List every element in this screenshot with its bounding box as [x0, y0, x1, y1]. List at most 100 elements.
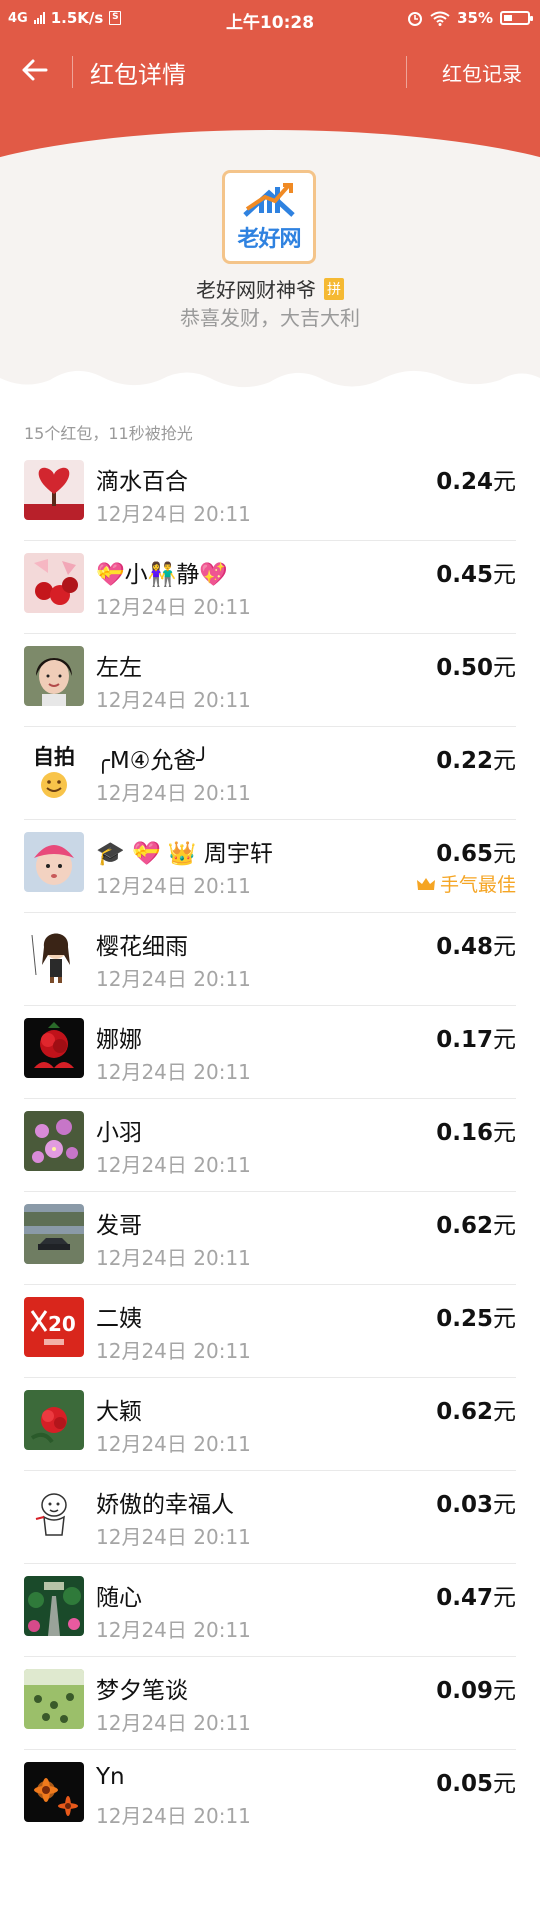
logo-text: 老好网 — [237, 227, 301, 252]
avatar[interactable] — [24, 646, 84, 706]
battery-icon — [500, 11, 533, 25]
user-name: 发哥 — [96, 1213, 142, 1239]
amount: 0.48元 — [436, 927, 516, 961]
avatar[interactable] — [24, 1669, 84, 1729]
status-right: 35% — [407, 9, 533, 27]
user-name: 左左 — [96, 655, 142, 681]
claim-time: 12月24日 20:11 — [96, 595, 251, 619]
user-name: 小羽 — [96, 1120, 142, 1146]
amount-value: 0.17 — [436, 1027, 493, 1053]
avatar[interactable] — [24, 832, 84, 892]
sender-name-row: 老好网财神爷 拼 — [0, 274, 540, 303]
amount-unit: 元 — [493, 655, 516, 681]
amount-value: 0.62 — [436, 1399, 493, 1425]
amount: 0.47元 — [436, 1578, 516, 1612]
user-name: 💝小👫静💖 — [96, 562, 228, 588]
user-name: Yn — [96, 1764, 125, 1790]
claim-row[interactable]: 左左 12月24日 20:11 0.50元 — [0, 634, 540, 727]
claim-row[interactable]: 发哥 12月24日 20:11 0.62元 — [0, 1192, 540, 1285]
avatar[interactable]: 自拍 — [24, 739, 84, 799]
amount: 0.62元 — [436, 1206, 516, 1240]
claim-row[interactable]: 樱花细雨 12月24日 20:11 0.48元 — [0, 913, 540, 1006]
amount: 0.62元 — [436, 1392, 516, 1426]
claim-row[interactable]: 小羽 12月24日 20:11 0.16元 — [0, 1099, 540, 1192]
avatar[interactable] — [24, 1483, 84, 1543]
amount-value: 0.65 — [436, 841, 493, 867]
claim-row[interactable]: 娇傲的幸福人 12月24日 20:11 0.03元 — [0, 1471, 540, 1564]
claim-row[interactable]: 随心 12月24日 20:11 0.47元 — [0, 1564, 540, 1657]
amount-value: 0.03 — [436, 1492, 493, 1518]
amount: 0.03元 — [436, 1485, 516, 1519]
sender-logo: 老好网 — [222, 170, 316, 264]
torn-edge — [0, 350, 540, 388]
avatar-image: 20 — [24, 1297, 84, 1357]
avatar[interactable] — [24, 1018, 84, 1078]
amount-value: 0.05 — [436, 1771, 493, 1797]
amount-unit: 元 — [493, 1492, 516, 1518]
status-bar: 4G 1.5K/s S 上午10:28 35% — [0, 0, 540, 36]
avatar[interactable] — [24, 925, 84, 985]
avatar[interactable] — [24, 1762, 84, 1822]
user-name: 娇傲的幸福人 — [96, 1492, 234, 1518]
claim-row[interactable]: Yn 12月24日 20:11 0.05元 — [0, 1750, 540, 1843]
claim-summary: 15个红包，11秒被抢光 — [24, 424, 193, 443]
avatar-image — [24, 646, 84, 706]
amount-unit: 元 — [493, 1120, 516, 1146]
avatar-image — [24, 1483, 84, 1543]
back-arrow-icon — [22, 59, 48, 81]
avatar-caption: 自拍 — [33, 745, 75, 769]
back-button[interactable] — [16, 50, 56, 90]
claim-time: 12月24日 20:11 — [96, 1804, 251, 1828]
red-packet-record-link[interactable]: 红包记录 — [442, 58, 522, 87]
amount-value: 0.22 — [436, 748, 493, 774]
claim-row[interactable]: 大颖 12月24日 20:11 0.62元 — [0, 1378, 540, 1471]
claim-row[interactable]: 滴水百合 12月24日 20:11 0.24元 — [0, 448, 540, 541]
amount-value: 0.48 — [436, 934, 493, 960]
amount-value: 0.47 — [436, 1585, 493, 1611]
claim-row[interactable]: 自拍 ╭M④允爸╯ 12月24日 20:11 0.22元 — [0, 727, 540, 820]
amount-unit: 元 — [493, 1771, 516, 1797]
user-name: 🎓 💝 👑 周宇轩 — [96, 841, 273, 867]
amount-value: 0.50 — [436, 655, 493, 681]
user-name: 娜娜 — [96, 1027, 142, 1053]
nav-divider — [406, 56, 407, 88]
avatar[interactable] — [24, 1204, 84, 1264]
avatar-image — [24, 1204, 84, 1264]
claim-time: 12月24日 20:11 — [96, 1060, 251, 1084]
avatar[interactable] — [24, 1576, 84, 1636]
avatar-image — [24, 925, 84, 985]
claim-row[interactable]: 梦夕笔谈 12月24日 20:11 0.09元 — [0, 1657, 540, 1750]
avatar[interactable] — [24, 1111, 84, 1171]
amount: 0.16元 — [436, 1113, 516, 1147]
amount-unit: 元 — [493, 562, 516, 588]
claim-row[interactable]: 20 二姨 12月24日 20:11 0.25元 — [0, 1285, 540, 1378]
claim-row[interactable]: 娜娜 12月24日 20:11 0.17元 — [0, 1006, 540, 1099]
amount-unit: 元 — [493, 934, 516, 960]
amount-unit: 元 — [493, 1213, 516, 1239]
avatar-image — [24, 1390, 84, 1450]
svg-text:20: 20 — [48, 1312, 76, 1336]
amount-unit: 元 — [493, 1585, 516, 1611]
greeting: 恭喜发财，大吉大利 — [180, 306, 360, 330]
battery-fill — [504, 15, 512, 21]
amount-unit: 元 — [493, 469, 516, 495]
claim-time: 12月24日 20:11 — [96, 1432, 251, 1456]
amount-value: 0.16 — [436, 1120, 493, 1146]
avatar[interactable] — [24, 1390, 84, 1450]
avatar[interactable]: 20 — [24, 1297, 84, 1357]
claim-list: 滴水百合 12月24日 20:11 0.24元 💝小👫静💖 12月24日 20:11 0.… — [0, 448, 540, 1843]
claim-row[interactable]: 💝小👫静💖 12月24日 20:11 0.45元 — [0, 541, 540, 634]
amount-value: 0.09 — [436, 1678, 493, 1704]
avatar[interactable] — [24, 553, 84, 613]
claim-time: 12月24日 20:11 — [96, 688, 251, 712]
avatar-image — [24, 832, 84, 892]
amount-unit: 元 — [493, 1027, 516, 1053]
amount-value: 0.24 — [436, 469, 493, 495]
claim-row[interactable]: 🎓 💝 👑 周宇轩 12月24日 20:11 0.65元 手气最佳 — [0, 820, 540, 913]
amount: 0.05元 — [436, 1764, 516, 1798]
wifi-icon — [430, 11, 450, 26]
claim-time: 12月24日 20:11 — [96, 502, 251, 526]
avatar-image — [24, 460, 84, 520]
battery-percent: 35% — [457, 9, 493, 27]
avatar[interactable] — [24, 460, 84, 520]
